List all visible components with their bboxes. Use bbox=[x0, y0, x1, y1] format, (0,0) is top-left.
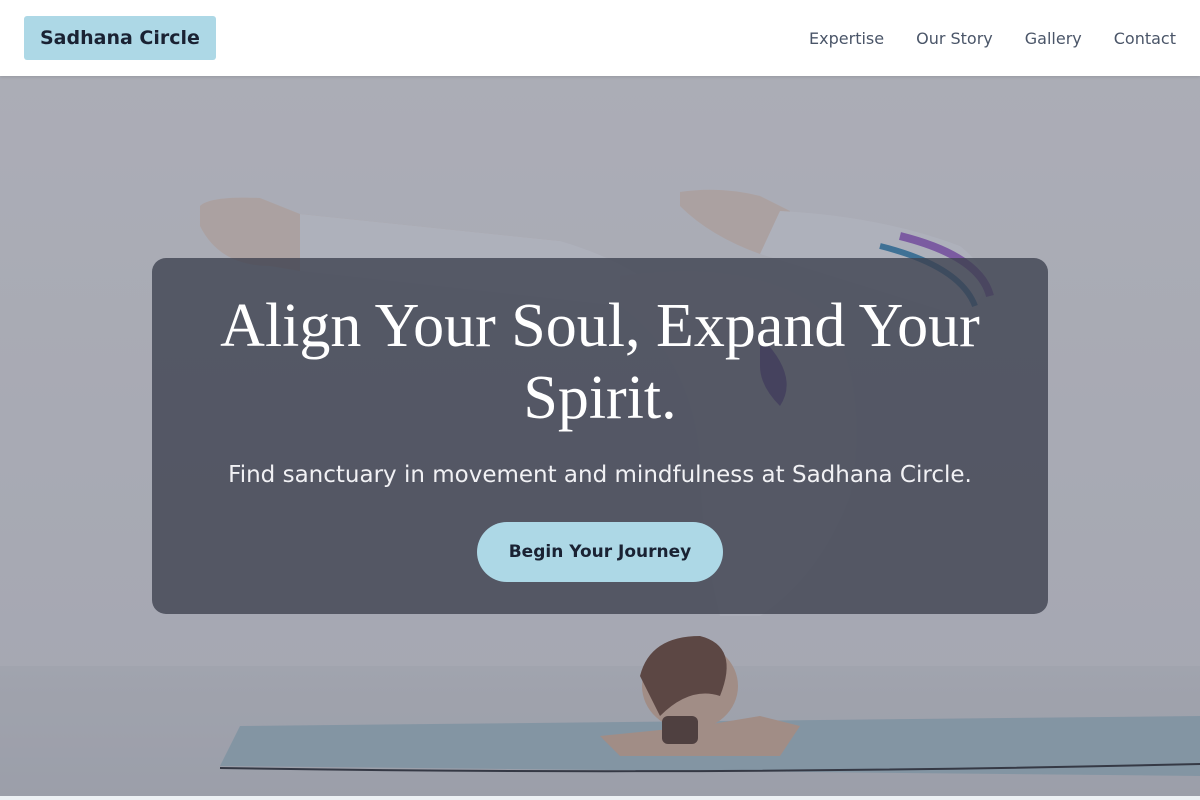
brand-logo[interactable]: Sadhana Circle bbox=[24, 16, 216, 60]
page-bottom-strip bbox=[0, 796, 1200, 800]
site-header: Sadhana Circle Expertise Our Story Galle… bbox=[0, 0, 1200, 76]
nav-link-our-story[interactable]: Our Story bbox=[916, 29, 993, 48]
main-nav: Expertise Our Story Gallery Contact bbox=[809, 29, 1176, 48]
hero-section: Align Your Soul, Expand Your Spirit. Fin… bbox=[0, 76, 1200, 796]
nav-link-gallery[interactable]: Gallery bbox=[1025, 29, 1082, 48]
nav-link-expertise[interactable]: Expertise bbox=[809, 29, 884, 48]
begin-journey-button[interactable]: Begin Your Journey bbox=[476, 522, 724, 582]
hero-headline: Align Your Soul, Expand Your Spirit. bbox=[220, 292, 980, 432]
hero-subtitle: Find sanctuary in movement and mindfulne… bbox=[228, 462, 972, 488]
nav-link-contact[interactable]: Contact bbox=[1114, 29, 1176, 48]
hero-card: Align Your Soul, Expand Your Spirit. Fin… bbox=[152, 258, 1048, 614]
